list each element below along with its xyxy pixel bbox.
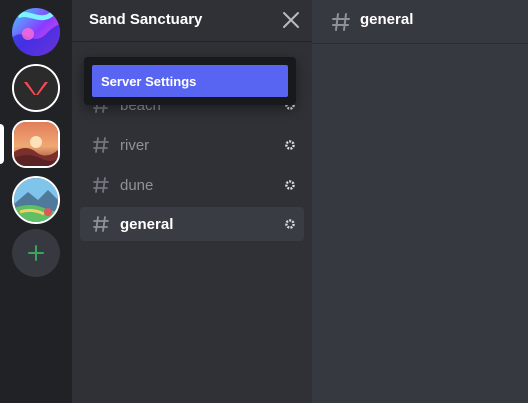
hash-icon: [93, 137, 109, 153]
hash-icon: [93, 216, 109, 232]
server-name: Sand Sanctuary: [89, 11, 203, 28]
gear-icon[interactable]: [284, 218, 296, 230]
discord-app: Sand Sanctuary beach river dune general …: [0, 0, 528, 403]
hash-icon: [332, 13, 350, 31]
channel-name: general: [120, 216, 174, 233]
server-4-icon[interactable]: [12, 176, 60, 224]
server-3-icon[interactable]: [12, 120, 60, 168]
selected-server-indicator: [0, 124, 4, 164]
hash-icon: [93, 177, 109, 193]
channel-header: general: [312, 0, 528, 44]
server-1-icon[interactable]: [12, 8, 60, 56]
main-chat-area: general: [312, 0, 528, 403]
server-dropdown-menu: Server Settings: [84, 57, 296, 105]
server-settings-menu-item[interactable]: Server Settings: [92, 65, 288, 97]
server-rail: [0, 0, 72, 403]
gear-icon[interactable]: [284, 179, 296, 191]
server-settings-label: Server Settings: [101, 74, 197, 89]
channel-title: general: [360, 11, 414, 28]
channel-item-dune[interactable]: dune: [80, 168, 304, 202]
server-2-icon[interactable]: [12, 64, 60, 112]
channel-name: dune: [120, 177, 154, 194]
channel-item-general[interactable]: general: [80, 207, 304, 241]
channel-name: river: [120, 137, 150, 154]
gear-icon[interactable]: [284, 139, 296, 151]
close-icon[interactable]: [282, 11, 300, 29]
plus-icon: [28, 245, 44, 261]
channel-item-river[interactable]: river: [80, 128, 304, 162]
server-header[interactable]: Sand Sanctuary: [72, 0, 312, 42]
add-server-button[interactable]: [12, 229, 60, 277]
